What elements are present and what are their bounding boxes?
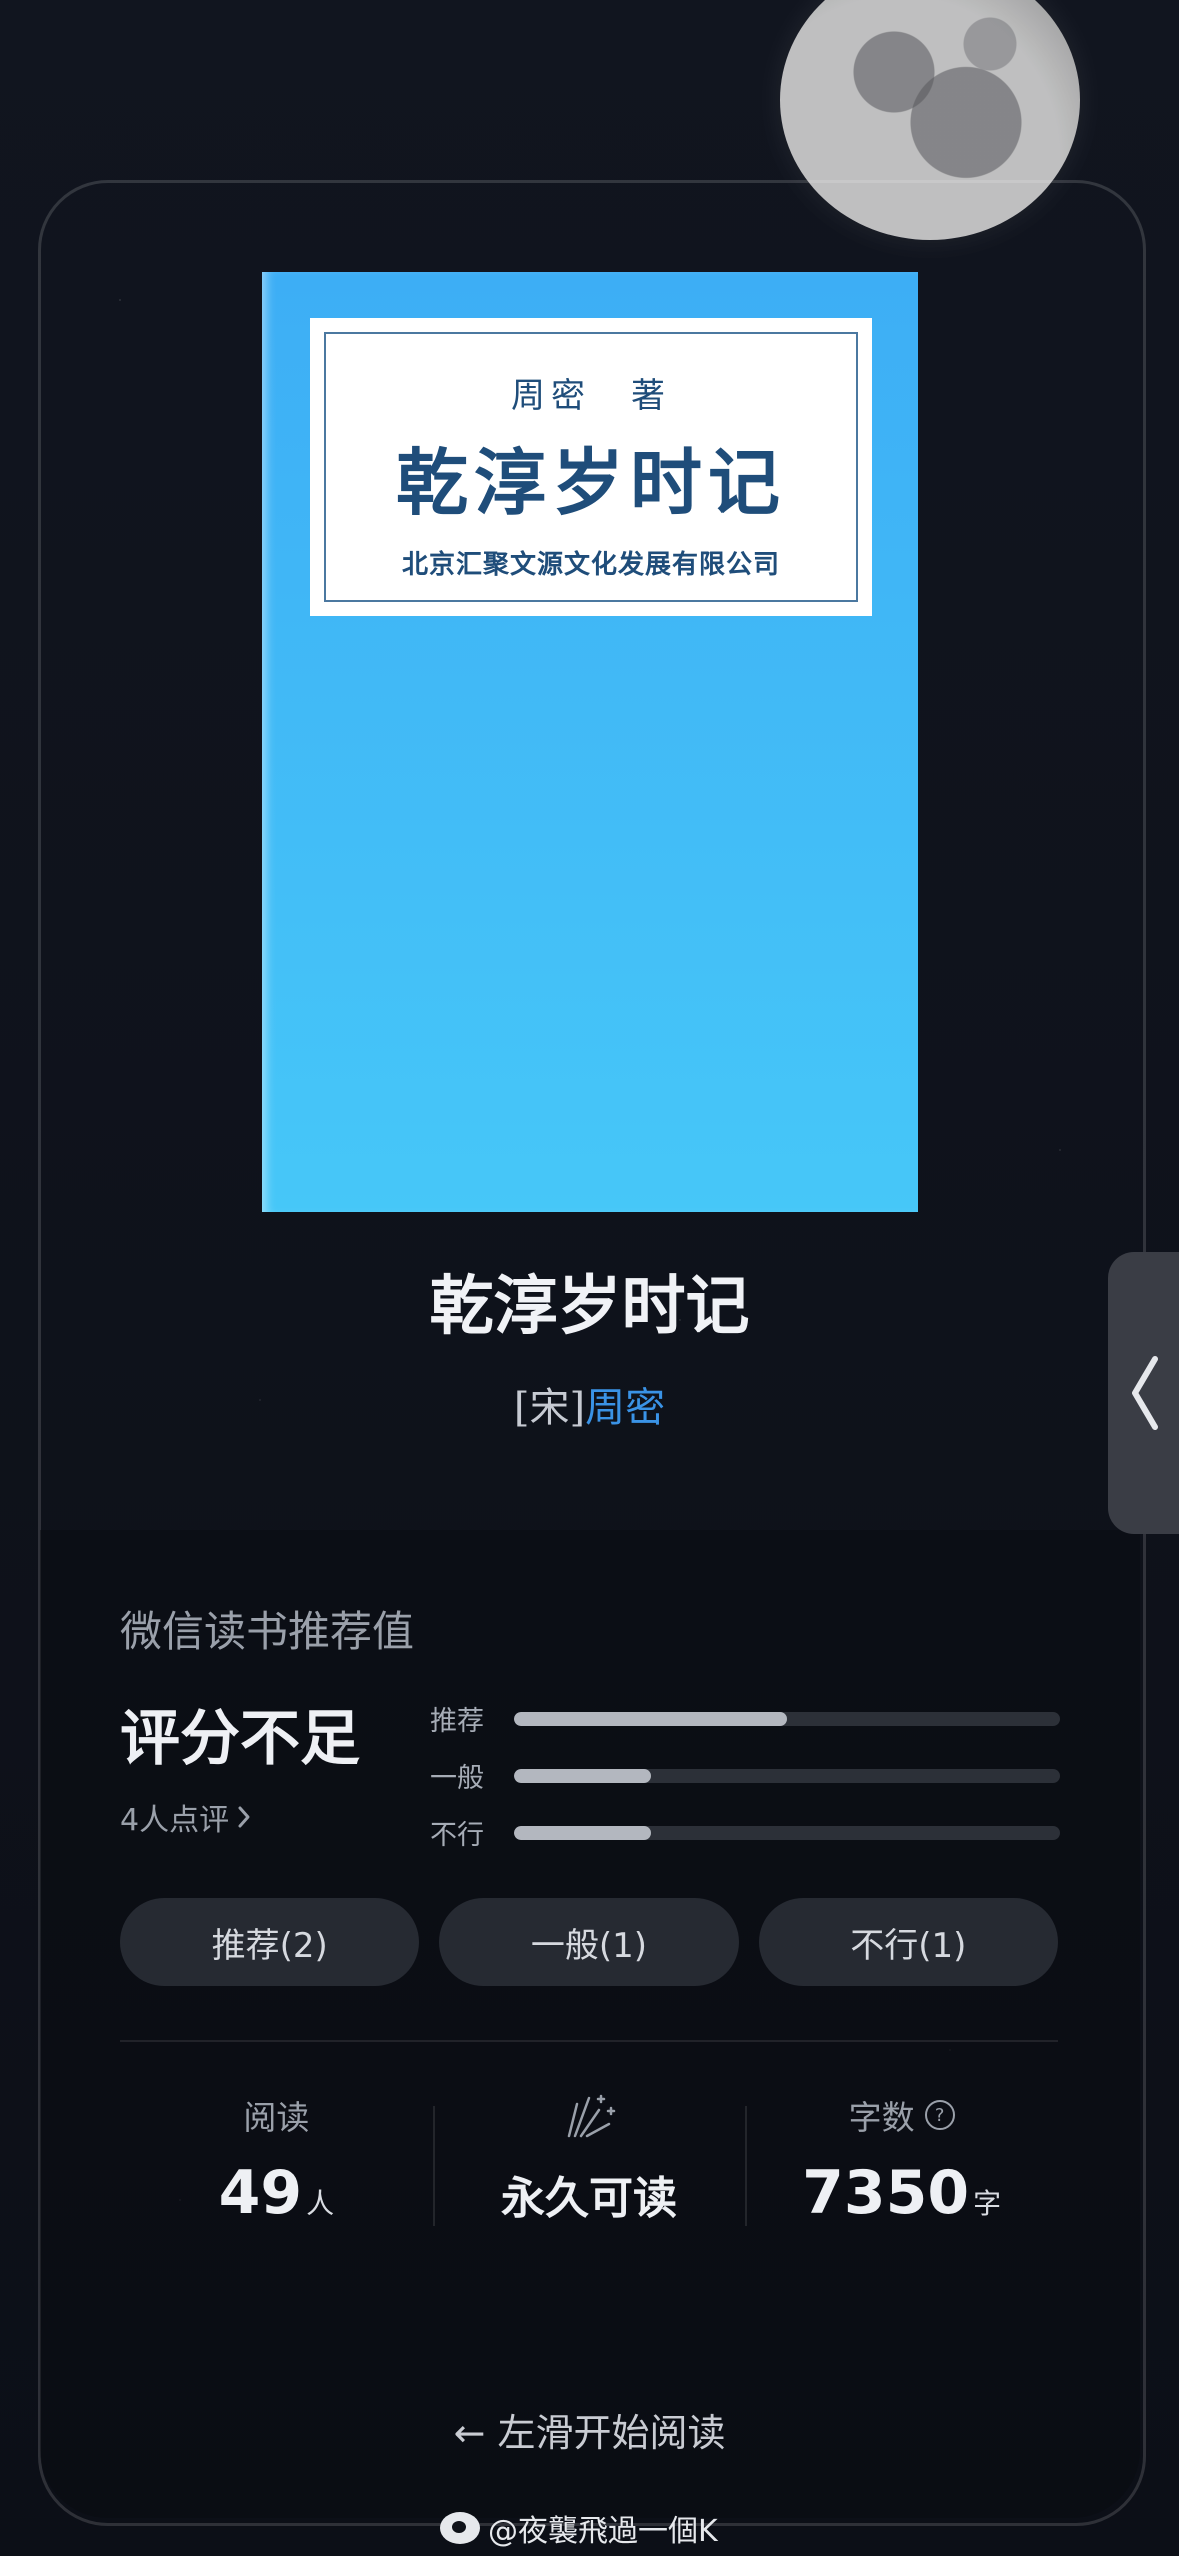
book-author-line: [宋]周密 xyxy=(0,1375,1179,1433)
chevron-right-icon xyxy=(238,1806,250,1828)
cover-label-border: 周密 著 乾淳岁时记 北京汇聚文源文化发展有限公司 xyxy=(324,332,858,602)
raters-link[interactable]: 4人点评 xyxy=(120,1795,251,1839)
bar-fill xyxy=(514,1825,651,1840)
bar-track xyxy=(514,1825,1060,1840)
score-text: 评分不足 xyxy=(120,1704,360,1774)
info-section-background xyxy=(40,1530,1140,2518)
word-count: 7350 xyxy=(802,2158,970,2228)
watermark: @夜襲飛過一個K xyxy=(440,2506,718,2550)
vote-buttons: 推荐(2) 一般(1) 不行(1) xyxy=(120,1898,1058,1986)
question-circle-icon[interactable]: ? xyxy=(924,2100,955,2130)
rating-bar-recommend: 推荐 xyxy=(430,1690,1060,1747)
sparkle-icon xyxy=(567,2094,616,2138)
stat-icon-wrap xyxy=(561,2090,617,2140)
bar-label: 推荐 xyxy=(430,1706,484,1737)
book-cover[interactable]: 周密 著 乾淳岁时记 北京汇聚文源文化发展有限公司 xyxy=(262,272,918,1212)
rating-bars: 推荐 一般 不行 xyxy=(430,1690,1060,1861)
cover-label: 周密 著 乾淳岁时记 北京汇聚文源文化发展有限公司 xyxy=(310,318,872,616)
author-link[interactable]: 周密 xyxy=(585,1385,665,1431)
divider xyxy=(120,2040,1058,2042)
bar-fill xyxy=(514,1768,651,1783)
recommendation-title: 微信读书推荐值 xyxy=(120,1607,415,1656)
swipe-to-read-hint[interactable]: ← 左滑开始阅读 xyxy=(0,2402,1179,2457)
stat-readers[interactable]: 阅读 49 人 xyxy=(120,2090,433,2260)
stat-permanent: 永久可读 xyxy=(432,2090,746,2260)
readers-unit: 人 xyxy=(306,2187,335,2220)
author-dynasty: [宋] xyxy=(513,1385,586,1431)
bar-track xyxy=(514,1711,1060,1726)
average-button[interactable]: 一般(1) xyxy=(439,1898,739,1986)
bar-track xyxy=(514,1768,1060,1783)
cover-title: 乾淳岁时记 xyxy=(395,440,786,525)
word-unit: 字 xyxy=(973,2187,1002,2220)
stat-label: 字数 xyxy=(848,2098,915,2137)
bar-fill xyxy=(514,1711,787,1726)
stat-label: 阅读 xyxy=(243,2098,310,2137)
bar-label: 一般 xyxy=(430,1763,484,1794)
stat-value: 7350 字 xyxy=(802,2158,1001,2228)
watermark-text: @夜襲飛過一個K xyxy=(488,2514,718,2549)
stat-value: 49 人 xyxy=(219,2158,335,2228)
cover-author: 周密 著 xyxy=(511,376,671,416)
bar-label: 不行 xyxy=(430,1820,484,1851)
book-title: 乾淳岁时记 xyxy=(429,1269,750,1344)
stat-label-wrap: 字数 ? xyxy=(849,2090,955,2140)
rating-bar-average: 一般 xyxy=(430,1747,1060,1804)
cover-publisher: 北京汇聚文源文化发展有限公司 xyxy=(401,550,780,580)
raters-count: 4人点评 xyxy=(120,1803,230,1838)
recommend-button[interactable]: 推荐(2) xyxy=(120,1898,420,1986)
stats-row: 阅读 49 人 永久可读 字数 ? 7350 字 xyxy=(120,2090,1058,2260)
permanent-text: 永久可读 xyxy=(501,2173,677,2224)
bad-button[interactable]: 不行(1) xyxy=(758,1898,1058,1986)
rating-bar-bad: 不行 xyxy=(430,1804,1060,1861)
weibo-icon xyxy=(440,2512,480,2544)
stat-words: 字数 ? 7350 字 xyxy=(745,2090,1058,2260)
readers-count: 49 xyxy=(218,2158,303,2228)
